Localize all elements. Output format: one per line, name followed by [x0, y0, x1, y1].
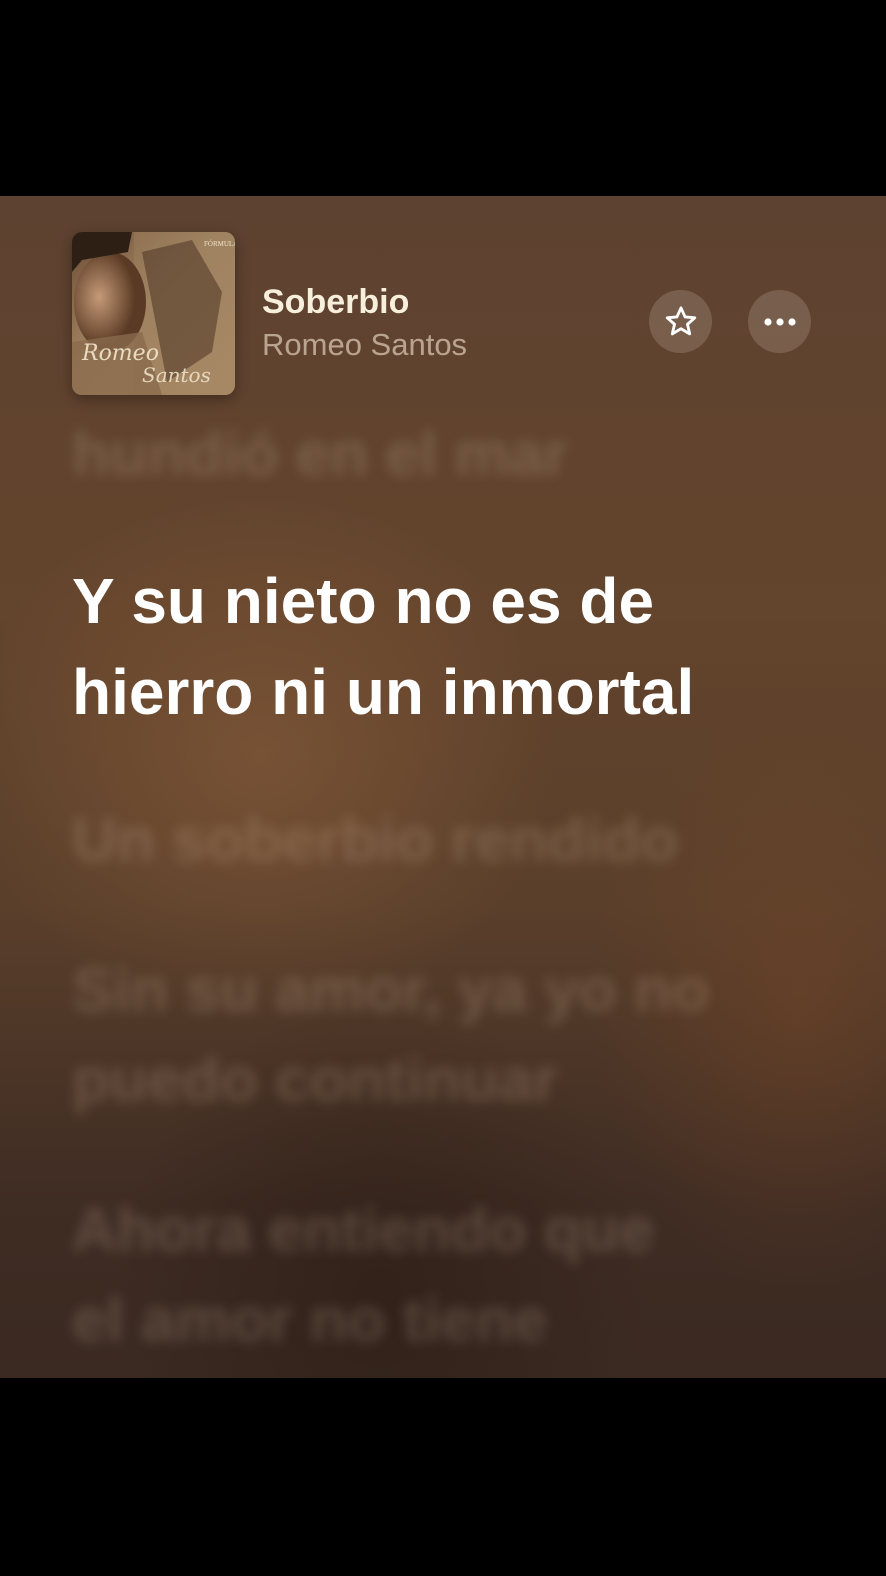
star-icon — [665, 305, 696, 335]
track-title: Soberbio — [262, 283, 410, 321]
favorite-button[interactable] — [649, 290, 712, 353]
track-info[interactable]: Soberbio Romeo Santos — [262, 282, 622, 364]
lyrics-screen: FÓRMULA Romeo Santos Soberbio Romeo Sant… — [0, 196, 886, 1378]
track-artist[interactable]: Romeo Santos — [262, 326, 622, 364]
album-script-2: Santos — [142, 363, 211, 387]
lyric-line-next-2b[interactable]: puedo continuar — [72, 1036, 812, 1126]
lyric-line-next-3b[interactable]: el amor no tiene — [72, 1276, 812, 1366]
lyric-line-current-1[interactable]: Y su nieto no es de — [72, 556, 812, 647]
album-cover-image: FÓRMULA Romeo Santos — [72, 232, 235, 395]
album-label-top: FÓRMULA — [204, 240, 235, 248]
ellipsis-icon — [763, 317, 796, 326]
album-art[interactable]: FÓRMULA Romeo Santos — [72, 232, 235, 395]
lyric-line-next-1[interactable]: Un soberbio rendido — [72, 796, 812, 886]
lyric-line-previous[interactable]: hundió en el mar — [72, 410, 812, 500]
now-playing-header: FÓRMULA Romeo Santos Soberbio Romeo Sant… — [72, 232, 814, 396]
lyric-line-next-3a[interactable]: Ahora entiendo que — [72, 1186, 812, 1276]
lyric-line-next-2a[interactable]: Sin su amor, ya yo no — [72, 946, 812, 1036]
lyric-line-current-2[interactable]: hierro ni un inmortal — [72, 647, 812, 738]
more-options-button[interactable] — [748, 290, 811, 353]
